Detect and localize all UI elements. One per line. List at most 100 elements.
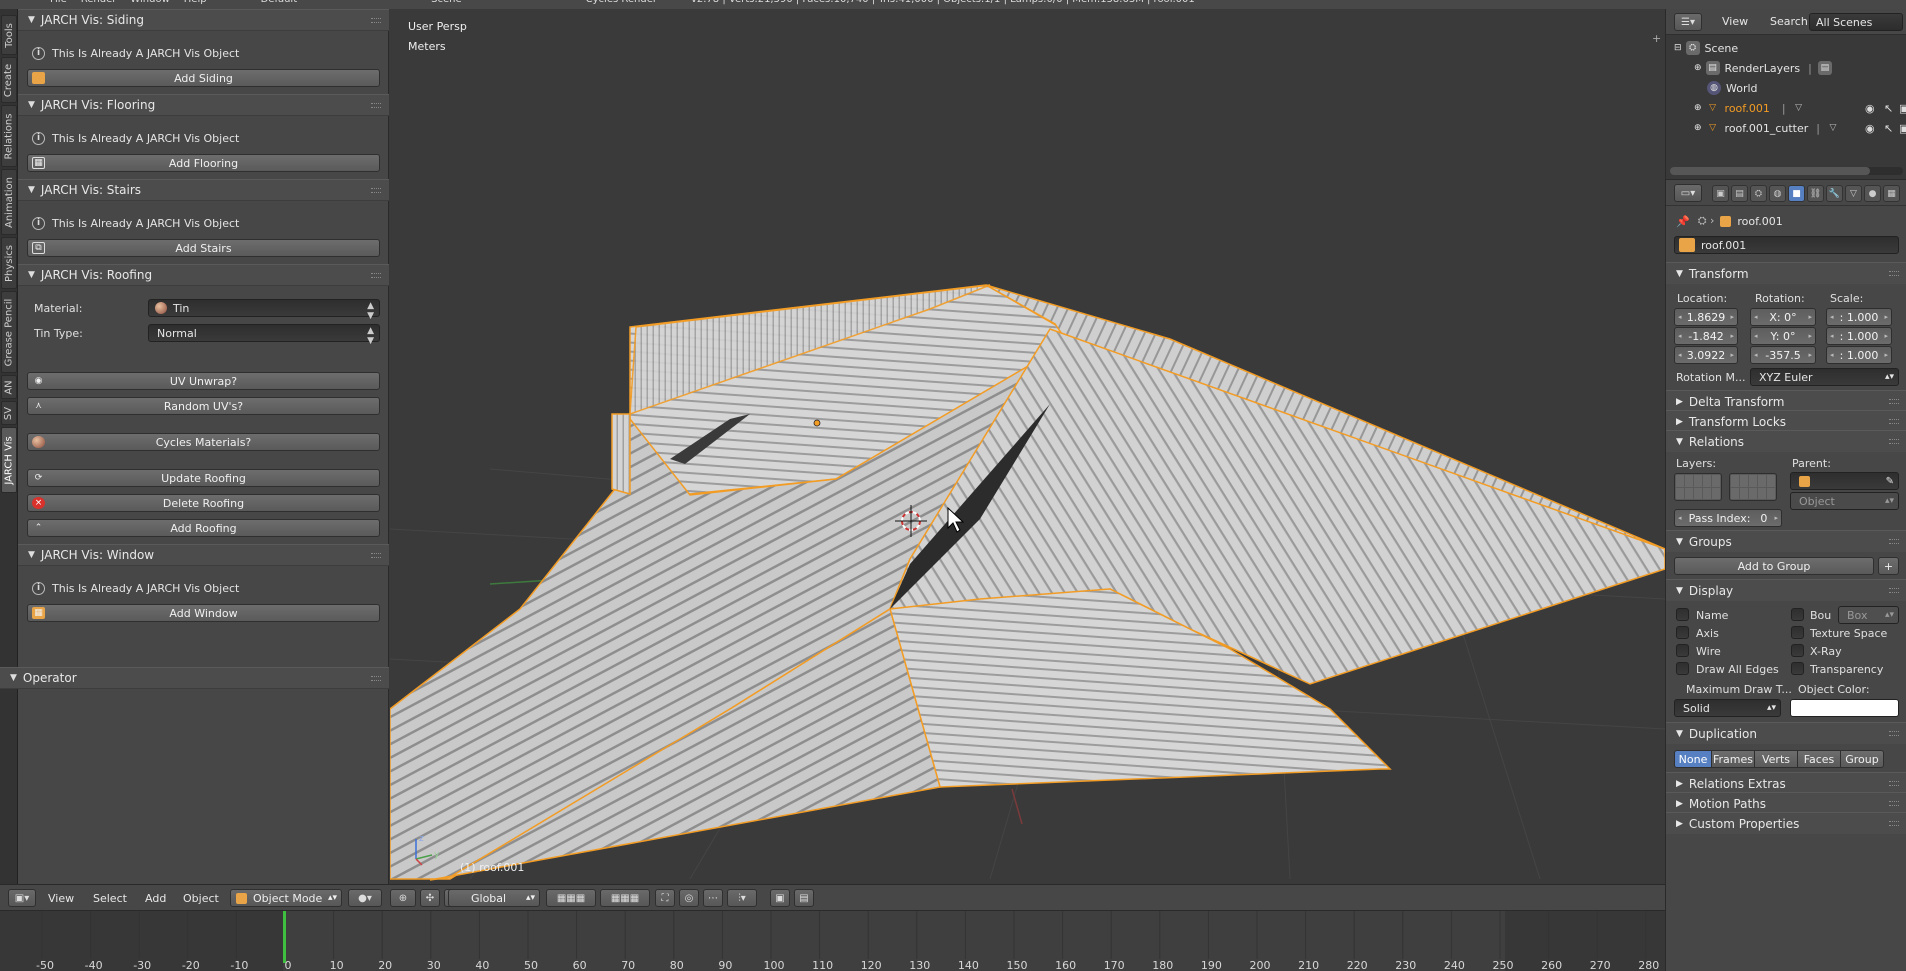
pass-index-field[interactable]: ◂ Pass Index: 0 ▸ [1674, 509, 1782, 527]
current-frame-indicator[interactable] [283, 911, 286, 963]
duplication-faces-button[interactable]: Faces [1797, 750, 1841, 768]
tree-item-roof-cutter[interactable]: ⊕ ▽ roof.001_cutter | ▽ ◉ ↖ ▣ [1666, 118, 1906, 138]
menu-add[interactable]: Add [145, 889, 166, 907]
drag-grip-icon[interactable] [1889, 731, 1899, 736]
constraints-tab-icon[interactable]: ⛓ [1807, 185, 1824, 202]
menu-render[interactable]: Render [81, 0, 117, 8]
axis-checkbox[interactable] [1676, 626, 1689, 639]
object-name-field[interactable]: roof.001 [1674, 236, 1899, 254]
eyedropper-icon[interactable]: ✎ [1886, 476, 1894, 487]
display-mode-select[interactable]: All Scenes [1809, 13, 1903, 31]
expand-icon[interactable]: ⊕ [1694, 103, 1702, 113]
layers-grid-right-icon[interactable]: ▦▦▦ [600, 889, 650, 907]
layers-grid-left[interactable] [1674, 473, 1722, 501]
scene-select[interactable]: Scene [431, 0, 462, 8]
renderlayer-icon[interactable]: ▤ [1817, 61, 1832, 75]
snap-icon[interactable]: ⋯ [703, 889, 723, 907]
layers-grid-right[interactable] [1729, 473, 1777, 501]
timeline[interactable]: -50 -40 -30 -20 -10 0 10 20 30 40 50 60 70 80 90 100 110… [0, 910, 1665, 971]
drag-grip-icon[interactable] [1889, 439, 1899, 444]
roof-mesh[interactable] [390, 284, 1665, 881]
menu-view[interactable]: View [48, 889, 74, 907]
object-color-swatch[interactable] [1790, 699, 1899, 717]
drag-grip-icon[interactable] [1889, 801, 1899, 806]
add-roofing-button[interactable]: ⌃ Add Roofing [27, 519, 380, 537]
proportional-edit-icon[interactable]: ◎ [679, 889, 699, 907]
drag-grip-icon[interactable] [1889, 399, 1899, 404]
mode-select[interactable]: Object Mode ▴▾ [230, 889, 342, 907]
scale-z-field[interactable]: ◂: 1.000 ▸ [1826, 346, 1892, 364]
drag-grip-icon[interactable] [1889, 419, 1899, 424]
parent-field[interactable]: ✎ [1790, 472, 1899, 490]
tab-relations[interactable]: Relations [1, 105, 17, 167]
rotation-y-field[interactable]: ◂ Y: 0° ▸ [1750, 327, 1816, 345]
tab-physics[interactable]: Physics [1, 237, 17, 289]
transparency-checkbox[interactable] [1791, 662, 1804, 675]
section-display[interactable]: ▼ Display [1666, 579, 1906, 601]
drag-grip-icon[interactable] [371, 676, 381, 681]
add-to-group-button[interactable]: Add to Group [1674, 557, 1874, 575]
tab-an[interactable]: AN [1, 375, 17, 399]
duplication-group-button[interactable]: Group [1840, 750, 1884, 768]
texture-tab-icon[interactable]: ▦ [1883, 185, 1900, 202]
drag-grip-icon[interactable] [371, 273, 381, 278]
data-tab-icon[interactable]: ▽ [1845, 185, 1862, 202]
tab-tools[interactable]: Tools [1, 15, 17, 55]
tab-sv[interactable]: SV [1, 401, 17, 425]
menu-object[interactable]: Object [183, 889, 219, 907]
drag-grip-icon[interactable] [371, 188, 381, 193]
section-motion-paths[interactable]: ▶ Motion Paths [1666, 792, 1906, 814]
tab-jarch-vis[interactable]: JARCH Vis [1, 427, 17, 493]
delete-roofing-button[interactable]: × Delete Roofing [27, 494, 380, 512]
editor-type-icon[interactable]: ▭▾ [1674, 184, 1702, 202]
random-uvs-button[interactable]: ⋏ Random UV's? [27, 397, 380, 415]
panel-header-siding[interactable]: ▼ JARCH Vis: Siding [18, 9, 389, 31]
scene-tab-icon[interactable]: ⛭ [1750, 185, 1767, 202]
texture-space-checkbox[interactable] [1791, 626, 1804, 639]
bounds-checkbox[interactable] [1791, 608, 1804, 621]
panel-header-window[interactable]: ▼ JARCH Vis: Window [18, 544, 389, 566]
section-relations[interactable]: ▼ Relations [1666, 430, 1906, 452]
panel-header-stairs[interactable]: ▼ JARCH Vis: Stairs [18, 179, 389, 201]
panel-header-roofing[interactable]: ▼ JARCH Vis: Roofing [18, 264, 389, 286]
collapse-icon[interactable]: ⊟ [1674, 43, 1682, 53]
render-animation-icon[interactable]: ▤ [794, 889, 814, 907]
transform-orientation-select[interactable]: Global ▴▾ [448, 889, 540, 907]
add-flooring-button[interactable]: ▦ Add Flooring [27, 154, 380, 172]
screen-layout-select[interactable]: Default [261, 0, 298, 8]
layers-grid-left-icon[interactable]: ▦▦▦ [546, 889, 596, 907]
location-x-field[interactable]: ◂ 1.8629 ▸ [1674, 308, 1738, 326]
visibility-eye-icon[interactable]: ◉ [1865, 122, 1875, 135]
renderable-camera-icon[interactable]: ▣ [1899, 122, 1906, 135]
location-z-field[interactable]: ◂ 3.0922 ▸ [1674, 346, 1738, 364]
menu-view[interactable]: View [1722, 15, 1748, 28]
section-custom-properties[interactable]: ▶ Custom Properties [1666, 812, 1906, 834]
add-window-button[interactable]: ▦ Add Window [27, 604, 380, 622]
tree-item-world[interactable]: ◍ World [1666, 78, 1906, 98]
outliner-scrollbar[interactable] [1670, 167, 1903, 175]
location-y-field[interactable]: ◂ -1.842 ▸ [1674, 327, 1738, 345]
parent-type-select[interactable]: Object ▴▾ [1790, 492, 1899, 510]
scale-y-field[interactable]: ◂: 1.000 ▸ [1826, 327, 1892, 345]
max-draw-type-select[interactable]: Solid ▴▾ [1674, 699, 1781, 717]
drag-grip-icon[interactable] [371, 18, 381, 23]
menu-window[interactable]: Window [130, 0, 169, 8]
cycles-materials-button[interactable]: Cycles Materials? [27, 433, 380, 451]
viewport-shading-icon[interactable]: ●▾ [348, 889, 382, 907]
world-tab-icon[interactable]: ◍ [1769, 185, 1786, 202]
drag-grip-icon[interactable] [371, 103, 381, 108]
duplication-frames-button[interactable]: Frames [1711, 750, 1755, 768]
rotation-x-field[interactable]: ◂ X: 0° ▸ [1750, 308, 1816, 326]
bounds-type-select[interactable]: Box ▴▾ [1838, 606, 1899, 624]
uv-unwrap-button[interactable]: ◉ UV Unwrap? [27, 372, 380, 390]
section-transform[interactable]: ▼ Transform [1666, 262, 1906, 284]
add-group-plus-icon[interactable]: + [1878, 557, 1899, 575]
draw-all-edges-checkbox[interactable] [1676, 662, 1689, 675]
panel-header-operator[interactable]: ▼ Operator [0, 667, 389, 689]
drag-grip-icon[interactable] [1889, 588, 1899, 593]
menu-select[interactable]: Select [93, 889, 127, 907]
pin-icon[interactable]: 📌 [1676, 215, 1690, 228]
xray-checkbox[interactable] [1791, 644, 1804, 657]
object-tab-icon[interactable]: ■ [1788, 185, 1805, 202]
visibility-eye-icon[interactable]: ◉ [1865, 102, 1875, 115]
